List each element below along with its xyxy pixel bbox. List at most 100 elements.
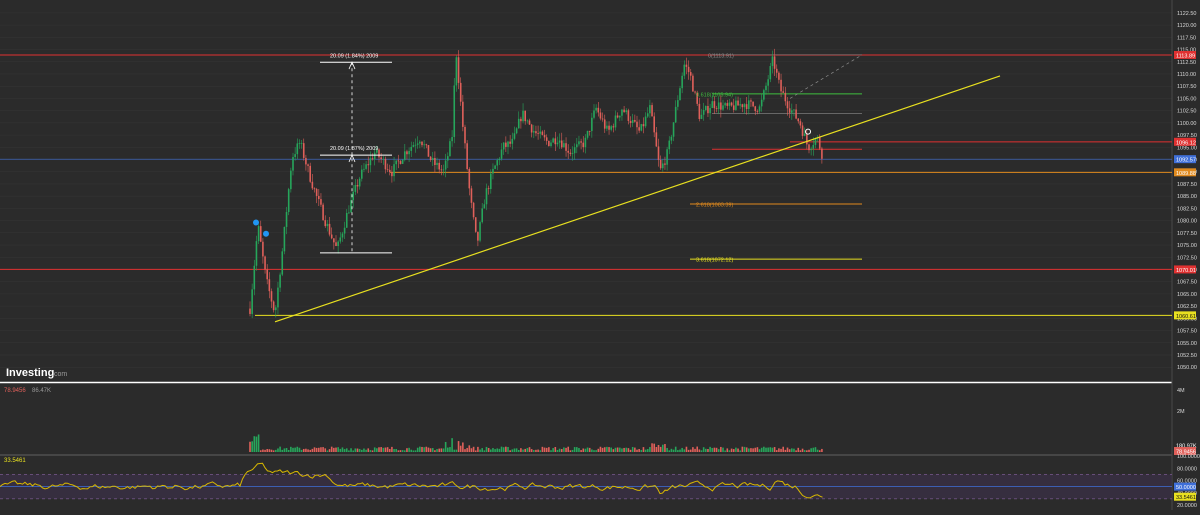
candle-body [470,188,473,203]
candle-body [638,127,640,131]
candle-body [591,117,593,132]
price-tick-label: 1072.50 [1177,255,1197,261]
volume-bar [474,450,477,452]
volume-bar [483,450,486,452]
volume-bar [745,447,748,452]
event-marker [263,230,269,237]
volume-bar [528,447,531,452]
volume-bar [548,447,550,452]
candle-body [565,143,567,151]
candle-body [272,301,275,311]
rsi-value-label: 33.5461 [4,458,26,464]
volume-bar [487,448,490,452]
volume-bar [481,448,483,452]
candle-body [320,199,322,205]
candle-body [758,106,761,112]
candle-body [444,160,447,170]
candle-body [393,164,395,177]
volume-bar [524,448,526,452]
candle-body [309,165,311,182]
price-tick-label: 1105.00 [1177,96,1196,102]
candle-body [623,109,625,113]
volume-bar [533,450,535,452]
price-tag: 1070.01 [1176,268,1196,274]
volume-bar [539,450,542,452]
candle-body [315,188,318,196]
volume-bar [610,447,612,452]
chart-background [0,0,1200,510]
candle-body [670,136,673,141]
candle-body [386,169,389,171]
volume-bar [339,448,342,452]
measure-label: 20.09 (1.84%) 2009 [330,53,378,59]
volume-bar [361,449,363,452]
volume-bar [554,447,557,452]
candle-body [520,118,522,122]
volume-bar [412,450,415,452]
candle-body [462,101,464,127]
volume-bar [784,449,787,452]
candle-body [666,149,668,165]
volume-bar [634,447,636,452]
candle-body [354,184,357,192]
volume-bar [404,450,406,452]
candle-body [255,241,258,266]
volume-bar [601,447,604,452]
volume-bar [810,448,812,452]
volume-bar [517,449,520,452]
chart-canvas[interactable]: 0(1113.91) 0.618(1105.94) 2.618(1083.39) 3.… [0,0,1200,510]
candle-body [634,119,636,122]
candle-body [449,141,451,157]
candle-body [305,157,307,165]
volume-bar [520,448,522,452]
volume-bar [365,449,367,452]
candle-body [806,133,808,145]
candle-body [808,144,810,151]
candle-body [614,115,617,128]
candle-body [358,178,361,187]
candle-body [713,101,716,109]
candle-body [730,102,733,106]
candle-body [705,106,707,111]
volume-bar [333,447,335,452]
candle-body [550,142,552,147]
volume-bar [541,446,544,452]
volume-bar [576,447,578,452]
candle-body [509,141,511,144]
candle-body [425,144,428,146]
volume-bar [793,448,795,452]
fib-label: 0(1113.91) [708,53,734,59]
candle-body [754,106,757,112]
candle-body [769,66,772,80]
candle-body [748,100,750,109]
volume-bar [591,449,593,452]
candle-body [545,137,548,141]
candle-body [595,107,597,111]
candle-body [653,116,655,133]
candle-body [683,64,686,76]
volume-bar [384,447,387,452]
volume-bar [507,446,509,452]
candle-body [659,159,662,169]
price-tag: 1060.61 [1176,314,1196,320]
volume-bar [315,447,318,452]
volume-bar [530,449,533,452]
candle-body [502,142,505,150]
candle-body [640,124,643,131]
chart-container[interactable]: 0(1113.91) 0.618(1105.94) 2.618(1083.39) 3.… [0,0,1200,510]
candle-body [264,256,266,270]
price-tag: 1113.89 [1176,53,1195,59]
candle-body [756,111,759,112]
candle-body [524,110,526,122]
volume-bar [249,441,251,452]
candle-body [279,274,281,288]
volume-bar [621,448,623,452]
volume-bar [685,446,688,452]
volume-bar [683,449,686,452]
volume-bar [726,448,729,452]
price-tick-label: 1067.50 [1177,280,1197,286]
candle-body [795,109,797,119]
candle-body [356,184,359,187]
volume-bar [294,447,296,452]
candle-body [391,171,393,177]
